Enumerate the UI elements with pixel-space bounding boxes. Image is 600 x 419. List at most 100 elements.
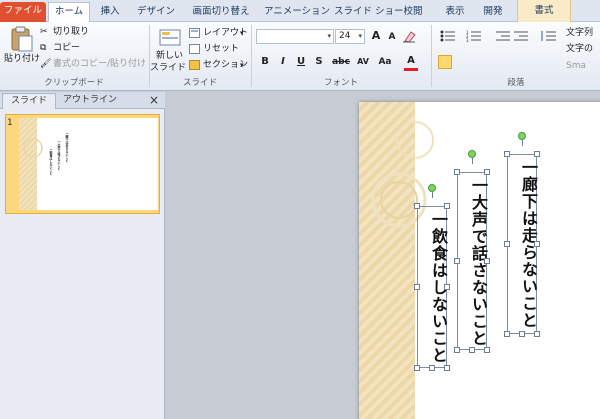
tab-developer[interactable]: 開発 (480, 3, 506, 22)
rule-2-text: 一大声で話さないこと (469, 177, 488, 347)
rule-1-text: 一廊下は走らないこと (519, 159, 538, 329)
columns-button[interactable] (540, 55, 554, 69)
tab-format[interactable]: 書式 (517, 0, 571, 22)
resize-handle[interactable] (484, 258, 490, 264)
slides-group-label: スライド (182, 78, 217, 88)
resize-handle[interactable] (414, 203, 420, 209)
new-slide-icon[interactable] (158, 26, 182, 48)
rule-3-text: 一飲食はしないこと (429, 211, 448, 364)
font-name-select[interactable]: ▾ (256, 29, 334, 44)
pane-tabs: スライド アウトライン × (0, 92, 165, 109)
paste-button[interactable]: 貼り付け (4, 53, 40, 65)
resize-handle[interactable] (414, 365, 420, 371)
bold-button[interactable]: B (258, 55, 272, 69)
rotate-connector (432, 192, 433, 198)
resize-handle[interactable] (414, 284, 420, 290)
align-right-button[interactable] (474, 55, 488, 69)
resize-handle[interactable] (454, 169, 460, 175)
resize-handle[interactable] (429, 365, 435, 371)
resize-handle[interactable] (484, 347, 490, 353)
rotate-connector (522, 140, 523, 146)
resize-handle[interactable] (504, 331, 510, 337)
line-spacing-icon[interactable] (540, 30, 556, 42)
layout-icon (189, 28, 200, 38)
resize-handle[interactable] (504, 241, 510, 247)
reset-icon (189, 44, 200, 54)
format-painter-button[interactable]: 書式のコピー/貼り付け (53, 58, 146, 70)
tab-file[interactable]: ファイル (0, 2, 46, 22)
decrease-indent-icon[interactable] (496, 30, 510, 42)
resize-handle[interactable] (519, 331, 525, 337)
clear-format-icon[interactable] (402, 30, 416, 43)
new-slide-label-2[interactable]: スライド (150, 62, 186, 74)
strikethrough-button[interactable]: abc (330, 55, 352, 69)
change-case-button[interactable]: Aa (376, 55, 394, 69)
underline-button[interactable]: U (294, 55, 308, 69)
rotate-handle[interactable] (518, 132, 526, 140)
chevron-down-icon: ▾ (327, 32, 331, 40)
copy-icon: ⧉ (40, 43, 47, 53)
tab-home[interactable]: ホーム (48, 2, 90, 22)
align-text-button[interactable]: 文字の (566, 43, 593, 55)
ribbon-tab-bar: ファイル ホーム 挿入 デザイン 画面切り替え アニメーション スライド ショー… (0, 0, 600, 22)
cut-icon: ✂ (40, 27, 48, 37)
tab-view[interactable]: 表示 (442, 3, 468, 22)
resize-handle[interactable] (484, 169, 490, 175)
paste-icon[interactable] (8, 26, 34, 52)
bullets-icon[interactable] (440, 30, 456, 42)
rotate-connector (472, 158, 473, 164)
shadow-button[interactable]: S (312, 55, 326, 69)
resize-handle[interactable] (454, 258, 460, 264)
section-icon (189, 60, 200, 70)
resize-handle[interactable] (444, 284, 450, 290)
resize-handle[interactable] (534, 241, 540, 247)
text-box-rule-1[interactable]: 一廊下は走らないこと (507, 154, 538, 334)
text-box-rule-2[interactable]: 一大声で話さないこと (457, 172, 488, 350)
rotate-handle[interactable] (468, 150, 476, 158)
copy-button[interactable]: コピー (53, 42, 80, 54)
text-direction-button[interactable]: 文字列 (566, 27, 593, 39)
resize-handle[interactable] (444, 203, 450, 209)
tab-slideshow[interactable]: スライド ショー (334, 3, 404, 22)
align-center-button[interactable] (456, 55, 470, 69)
tab-outline[interactable]: アウトライン (58, 93, 122, 109)
resize-handle[interactable] (534, 151, 540, 157)
smartart-button[interactable]: Sma (566, 60, 586, 72)
resize-handle[interactable] (454, 347, 460, 353)
cut-button[interactable]: 切り取り (53, 26, 89, 38)
section-dropdown-icon[interactable]: ▾ (240, 59, 244, 71)
char-spacing-button[interactable]: AV (354, 55, 372, 69)
increase-indent-icon[interactable] (514, 30, 528, 42)
resize-handle[interactable] (469, 347, 475, 353)
grow-font-button[interactable]: A (369, 29, 383, 43)
justify-button[interactable] (492, 55, 506, 69)
layout-dropdown-icon[interactable]: ▾ (240, 27, 244, 39)
font-size-select[interactable]: 24 ▾ (335, 29, 365, 44)
slide-thumbnail-preview: 一廊下は走らないこと 一大声で話さないこと 一飲食はしないこと (19, 118, 158, 210)
slide-canvas[interactable]: 一廊下は走らないこと 一大声で話さないこと 一飲食はしないこと (359, 102, 600, 419)
numbering-icon[interactable]: 123 (466, 30, 482, 42)
tab-insert[interactable]: 挿入 (94, 3, 126, 22)
resize-handle[interactable] (444, 365, 450, 371)
close-icon[interactable]: × (149, 93, 159, 107)
ribbon: 貼り付け ✂ 切り取り ⧉ コピー 🖌 書式のコピー/貼り付け クリップボード … (0, 22, 600, 91)
new-slide-label-1[interactable]: 新しい (156, 50, 183, 62)
tab-review[interactable]: 校閲 (400, 3, 426, 22)
tab-animations[interactable]: アニメーション (262, 3, 332, 22)
resize-handle[interactable] (534, 331, 540, 337)
text-box-rule-3[interactable]: 一飲食はしないこと (417, 206, 448, 368)
distribute-button[interactable] (510, 55, 524, 69)
tab-slides[interactable]: スライド (2, 93, 56, 109)
reset-button[interactable]: リセット (203, 43, 239, 55)
slide-editor: 一廊下は走らないこと 一大声で話さないこと 一飲食はしないこと (166, 92, 600, 419)
italic-button[interactable]: I (276, 55, 290, 69)
shrink-font-button[interactable]: A (385, 30, 399, 44)
font-group-label: フォント (323, 78, 358, 88)
font-color-button[interactable]: A (404, 54, 418, 71)
slide-thumbnail[interactable]: 一廊下は走らないこと 一大声で話さないこと 一飲食はしないこと (5, 114, 160, 214)
tab-design[interactable]: デザイン (132, 3, 180, 22)
align-left-button[interactable] (438, 55, 452, 69)
resize-handle[interactable] (504, 151, 510, 157)
tab-transitions[interactable]: 画面切り替え (186, 3, 256, 22)
rotate-handle[interactable] (428, 184, 436, 192)
